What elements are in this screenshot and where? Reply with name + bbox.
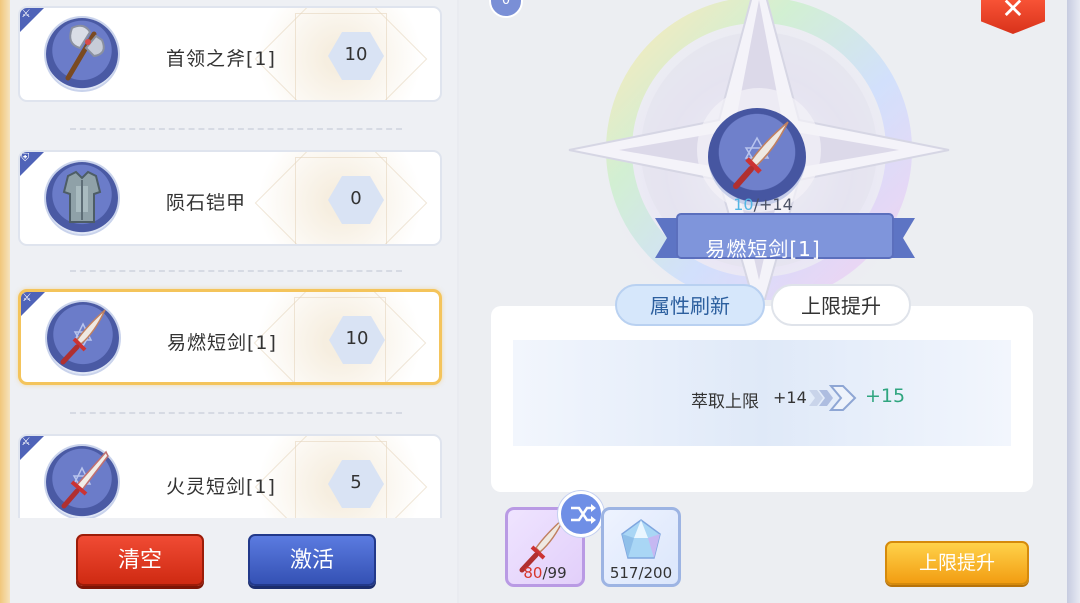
item-count-badge: 10 bbox=[329, 316, 385, 364]
material-count: 80/99 bbox=[508, 564, 582, 582]
dagger-icon bbox=[47, 302, 119, 374]
list-item-selected[interactable]: ⚔ 易燃短剑[1] 10 bbox=[18, 289, 442, 385]
material-need: /99 bbox=[542, 564, 567, 582]
item-count-badge: 10 bbox=[328, 32, 384, 80]
arrow-right-icon bbox=[809, 385, 857, 411]
item-name: 易燃短剑[1] bbox=[167, 332, 277, 354]
card-band bbox=[513, 340, 1011, 446]
divider bbox=[70, 270, 402, 272]
list-item[interactable]: ⚔ 首领之斧[1] 10 bbox=[18, 6, 442, 102]
material-count: 517/200 bbox=[609, 564, 673, 582]
detail-panel: 0 ✕ 10/+14 易燃短剑[1] 萃取上限 +14 +15 属性刷新 上限提… bbox=[459, 0, 1067, 603]
item-list[interactable]: ⚔ 首领之斧[1] 10 ⛨ 陨石铠甲 0 ⚔ 易燃短剑[1] 10 ⚔ 火灵短… bbox=[14, 0, 452, 518]
dagger-icon bbox=[733, 121, 789, 189]
sword-category-icon: ⚔ bbox=[20, 436, 46, 462]
item-count-badge: 5 bbox=[328, 460, 384, 508]
divider bbox=[70, 128, 402, 130]
item-name: 火灵短剑[1] bbox=[166, 476, 276, 498]
short-sword-icon bbox=[46, 446, 118, 518]
tab-cap-upgrade[interactable]: 上限提升 bbox=[771, 284, 911, 326]
sword-category-icon: ⚔ bbox=[20, 8, 46, 34]
activate-button[interactable]: 激活 bbox=[248, 534, 376, 586]
shuffle-icon[interactable] bbox=[558, 491, 604, 537]
list-item[interactable]: ⚔ 火灵短剑[1] 5 bbox=[18, 434, 442, 518]
item-count: 0 bbox=[350, 188, 362, 209]
right-edge-decoration bbox=[1067, 0, 1080, 603]
item-name: 首领之斧[1] bbox=[166, 48, 276, 70]
item-count: 5 bbox=[350, 472, 362, 493]
item-count: 10 bbox=[344, 44, 368, 65]
shield-category-icon: ⛨ bbox=[20, 152, 46, 178]
extract-cap-label: 萃取上限 bbox=[691, 392, 759, 412]
material-crystal-slot[interactable]: 517/200 bbox=[601, 507, 681, 587]
sword-category-icon: ⚔ bbox=[21, 292, 47, 318]
selected-weapon-icon bbox=[708, 108, 806, 206]
material-have: 80 bbox=[523, 564, 543, 582]
cap-upgrade-button[interactable]: 上限提升 bbox=[885, 541, 1029, 585]
weapon-name: 易燃短剑[1] bbox=[705, 237, 821, 261]
armor-icon bbox=[46, 162, 118, 234]
extract-cap-current: +14 bbox=[773, 388, 807, 407]
divider bbox=[70, 412, 402, 414]
tab-attribute-refresh[interactable]: 属性刷新 bbox=[615, 284, 765, 326]
item-count-badge: 0 bbox=[328, 176, 384, 224]
extract-cap-next: +15 bbox=[865, 385, 906, 407]
item-count: 10 bbox=[345, 328, 369, 349]
clear-button[interactable]: 清空 bbox=[76, 534, 204, 586]
item-list-panel: ⚔ 首领之斧[1] 10 ⛨ 陨石铠甲 0 ⚔ 易燃短剑[1] 10 ⚔ 火灵短… bbox=[10, 0, 457, 603]
info-card: 萃取上限 +14 +15 bbox=[491, 306, 1033, 492]
list-item[interactable]: ⛨ 陨石铠甲 0 bbox=[18, 150, 442, 246]
item-name: 陨石铠甲 bbox=[166, 192, 247, 214]
axe-icon bbox=[46, 18, 118, 90]
left-edge-decoration bbox=[0, 0, 10, 603]
